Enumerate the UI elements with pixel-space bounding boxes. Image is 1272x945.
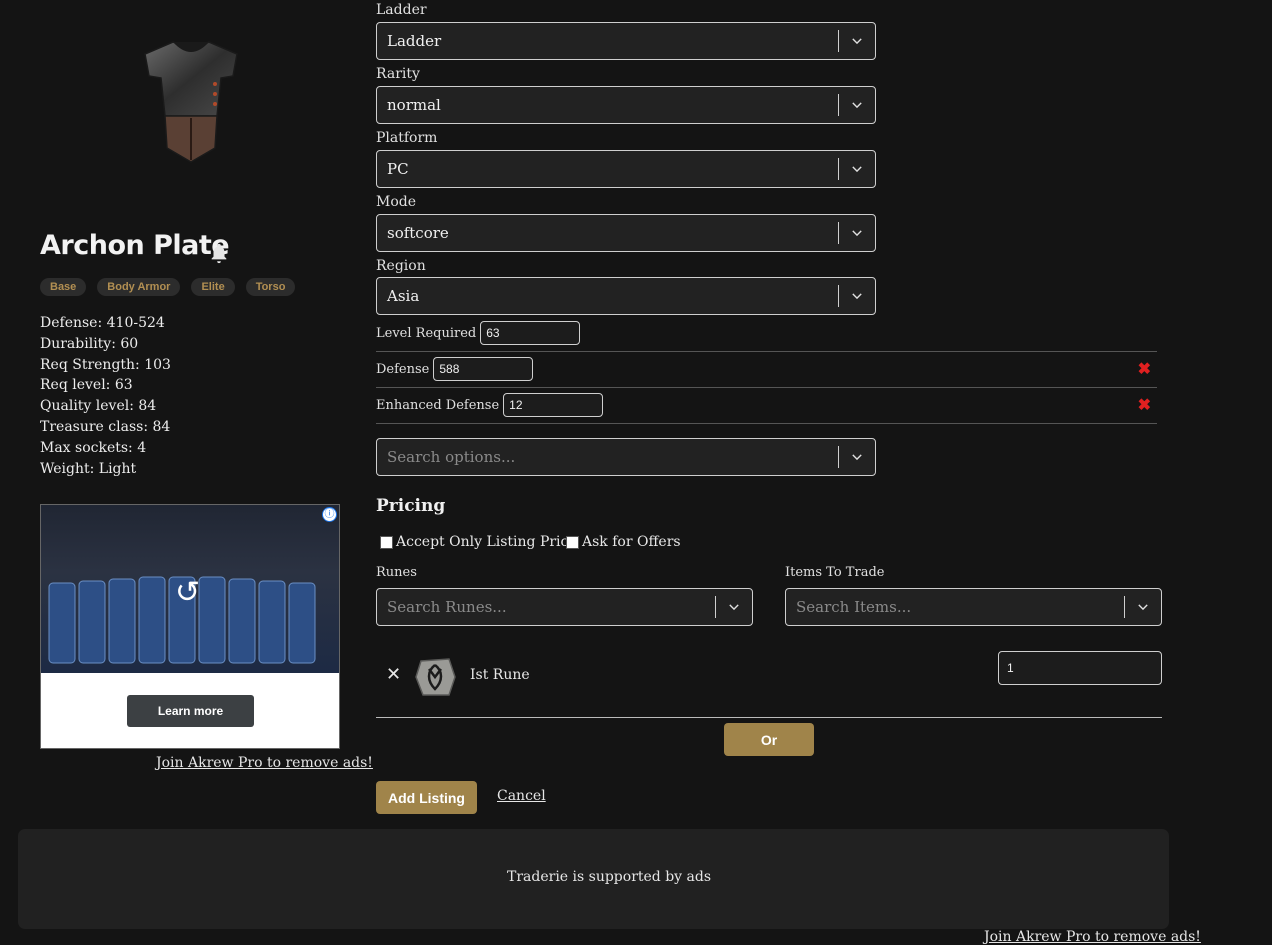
stat-treasure-class: Treasure class: 84 (40, 418, 171, 435)
item-title: Archon Plate (40, 230, 230, 261)
chevron-down-icon (839, 226, 875, 240)
property-row-level-required: Level Required 63 (376, 315, 1157, 352)
runes-placeholder: Search Runes... (387, 598, 507, 616)
platform-value: PC (387, 160, 409, 178)
ad-learn-more-button[interactable]: Learn more (127, 695, 254, 727)
checkbox-box[interactable] (380, 535, 393, 549)
chevron-down-icon (716, 600, 752, 614)
stat-defense: Defense: 410-524 (40, 315, 165, 331)
rune-name: Ist Rune (470, 667, 530, 683)
item-image (135, 36, 247, 171)
ist-rune-icon (413, 655, 457, 699)
remove-defense-icon[interactable]: ✖ (1138, 359, 1151, 379)
footer-ad-banner: Traderie is supported by ads (18, 829, 1169, 929)
ladder-select[interactable]: Ladder (376, 22, 876, 60)
property-row-enhanced-defense: Enhanced Defense 12 ✖ (376, 387, 1157, 424)
replay-icon[interactable]: ↺ (175, 575, 200, 610)
ad-pro-link[interactable]: Join Akrew Pro to remove ads! (156, 755, 373, 771)
defense-input[interactable]: 588 (433, 357, 534, 381)
chevron-down-icon (839, 98, 875, 112)
level-required-input[interactable]: 63 (480, 321, 581, 345)
ladder-value: Ladder (387, 32, 442, 50)
chevron-down-icon (839, 289, 875, 303)
ad-info-icon[interactable]: ⓘ (322, 507, 337, 522)
stat-req-strength: Req Strength: 103 (40, 356, 171, 373)
checkbox-label: Ask for Offers (582, 534, 681, 550)
tag-body-armor[interactable]: Body Armor (97, 278, 181, 296)
item-tags: Base Body Armor Elite Torso (40, 278, 296, 296)
stat-quality-level: Quality level: 84 (40, 398, 157, 415)
region-label: Region (376, 258, 426, 274)
stat-max-sockets: Max sockets: 4 (40, 439, 147, 456)
chevron-down-icon (839, 162, 875, 176)
bell-icon[interactable] (208, 242, 230, 264)
rarity-value: normal (387, 96, 441, 114)
pricing-title: Pricing (376, 496, 446, 516)
property-label: Level Required (376, 325, 477, 341)
region-value: Asia (387, 287, 420, 305)
footer-ad-text: Traderie is supported by ads (507, 869, 712, 885)
mode-value: softcore (387, 224, 449, 242)
add-listing-button[interactable]: Add Listing (376, 781, 477, 814)
rarity-select[interactable]: normal (376, 86, 876, 124)
runes-search-select[interactable]: Search Runes... (376, 588, 753, 626)
ad-banner[interactable]: ⓘ ↺ Learn more (40, 504, 340, 749)
tag-elite[interactable]: Elite (191, 278, 235, 296)
runes-label: Runes (376, 565, 417, 580)
item-stats: Defense: 410-524 Durability: 60 Req Stre… (40, 313, 171, 479)
checkbox-label: Accept Only Listing Price (396, 534, 577, 550)
enhanced-defense-input[interactable]: 12 (503, 393, 604, 417)
platform-label: Platform (376, 130, 438, 146)
accept-listing-price-checkbox[interactable]: Accept Only Listing Price (380, 534, 577, 550)
items-placeholder: Search Items... (796, 598, 912, 616)
tag-torso[interactable]: Torso (245, 278, 296, 296)
region-select[interactable]: Asia (376, 277, 876, 315)
tag-base[interactable]: Base (40, 278, 87, 296)
mode-label: Mode (376, 194, 417, 210)
ladder-label: Ladder (376, 2, 427, 18)
stat-durability: Durability: 60 (40, 335, 139, 352)
remove-rune-icon[interactable]: ✕ (386, 664, 401, 685)
rune-quantity-input[interactable]: 1 (998, 651, 1162, 685)
remove-enhanced-defense-icon[interactable]: ✖ (1138, 395, 1151, 415)
chevron-down-icon (839, 34, 875, 48)
items-to-trade-label: Items To Trade (785, 565, 885, 580)
property-row-defense: Defense 588 ✖ (376, 351, 1157, 388)
platform-select[interactable]: PC (376, 150, 876, 188)
chevron-down-icon (839, 450, 875, 464)
cancel-link[interactable]: Cancel (497, 788, 546, 804)
items-search-select[interactable]: Search Items... (785, 588, 1162, 626)
mode-select[interactable]: softcore (376, 214, 876, 252)
chevron-down-icon (1125, 600, 1161, 614)
selected-rune-row: ✕ Ist Rune 1 (376, 650, 1162, 718)
or-button[interactable]: Or (724, 723, 814, 756)
stat-req-level: Req level: 63 (40, 377, 133, 394)
stat-weight: Weight: Light (40, 460, 137, 477)
rarity-label: Rarity (376, 66, 420, 82)
property-label: Defense (376, 361, 430, 377)
property-label: Enhanced Defense (376, 397, 500, 413)
ask-for-offers-checkbox[interactable]: Ask for Offers (566, 534, 681, 550)
checkbox-box[interactable] (566, 535, 579, 549)
search-options-placeholder: Search options... (387, 448, 516, 466)
search-options-select[interactable]: Search options... (376, 438, 876, 476)
footer-pro-link[interactable]: Join Akrew Pro to remove ads! (984, 929, 1201, 945)
